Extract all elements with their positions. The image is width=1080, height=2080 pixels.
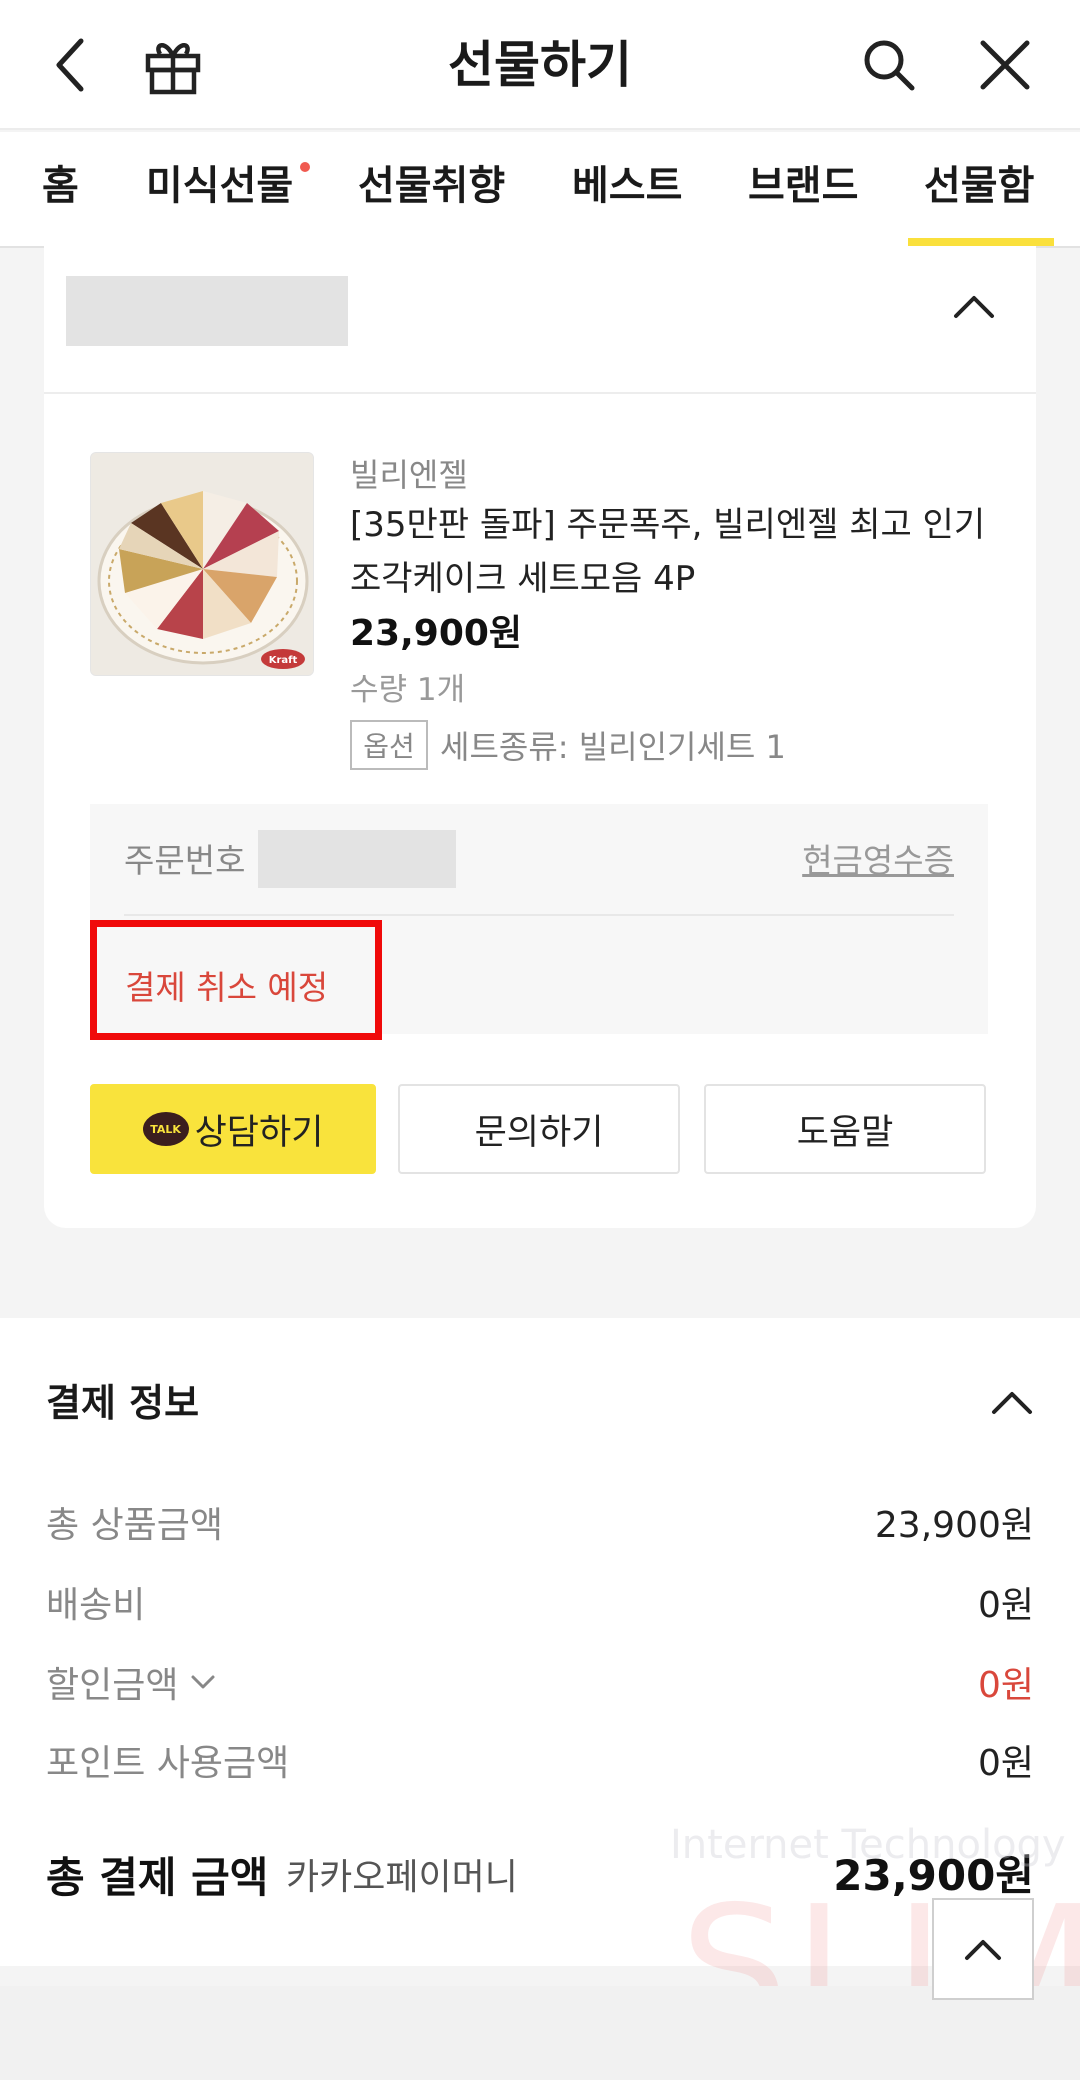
chevron-up-icon[interactable]: [990, 1388, 1034, 1416]
discount-toggle[interactable]: 할인금액: [46, 1656, 216, 1708]
product-name[interactable]: [35만판 돌파] 주문폭주, 빌리엔젤 최고 인기 조각케이크 세트모음 4P: [350, 498, 990, 606]
talk-icon: TALK: [142, 1112, 189, 1146]
product-brand[interactable]: 빌리엔젤: [350, 450, 468, 496]
shipping-fee-label: 배송비: [46, 1585, 146, 1626]
order-info-box: 주문번호 현금영수증 결제 취소 예정: [90, 804, 988, 1040]
point-used-label: 포인트 사용금액: [46, 1743, 290, 1784]
payment-method: 카카오페이머니: [286, 1857, 518, 1898]
inquiry-button[interactable]: 문의하기: [398, 1084, 680, 1174]
order-card: Kraft 빌리엔젤 [35만판 돌파] 주문폭주, 빌리엔젤 최고 인기 조각…: [44, 246, 1036, 1228]
masked-order-date: [66, 276, 348, 346]
search-button[interactable]: [854, 30, 924, 100]
chevron-up-icon[interactable]: [952, 292, 996, 320]
tab-preference[interactable]: 선물취향: [358, 132, 505, 248]
close-icon: [980, 40, 1030, 90]
tab-gourmet[interactable]: 미식선물: [146, 132, 293, 248]
masked-order-number: [258, 830, 456, 888]
top-app-bar: 선물하기: [0, 0, 1080, 130]
option-badge: 옵션: [350, 720, 428, 770]
status-highlight-box: 결제 취소 예정: [90, 920, 382, 1040]
product-quantity: 수량 1개: [350, 672, 466, 708]
tab-brand[interactable]: 브랜드: [748, 132, 858, 248]
point-used-value: 0원: [977, 1743, 1034, 1784]
bottom-area: [0, 1986, 1080, 2080]
shipping-fee-value: 0원: [977, 1585, 1034, 1626]
new-indicator-dot: [300, 162, 310, 172]
discount-label: 할인금액: [46, 1665, 179, 1706]
consult-label: 상담하기: [194, 1112, 324, 1153]
kraft-logo: Kraft: [269, 655, 298, 666]
search-icon: [864, 40, 915, 91]
total-product-amount-value: 23,900원: [874, 1505, 1034, 1546]
inquiry-label: 문의하기: [474, 1112, 604, 1153]
tab-best[interactable]: 베스트: [572, 132, 682, 248]
payment-info-title: 결제 정보: [46, 1381, 200, 1425]
payment-info-section: 결제 정보 총 상품금액 23,900원 배송비 0원 할인금액 0원 포인트 …: [0, 1318, 1080, 1966]
product-price: 23,900원: [350, 613, 523, 654]
cake-image-icon: Kraft: [91, 453, 313, 675]
close-button[interactable]: [970, 30, 1040, 100]
active-tab-indicator: [908, 238, 1054, 246]
help-button[interactable]: 도움말: [704, 1084, 986, 1174]
discount-value: 0원: [977, 1665, 1034, 1706]
order-card-header[interactable]: [44, 246, 1036, 394]
product-image[interactable]: Kraft: [90, 452, 314, 676]
tab-giftbox[interactable]: 선물함: [924, 132, 1034, 248]
option-text: 세트종류: 빌리인기세트 1: [440, 728, 786, 766]
divider: [124, 914, 954, 916]
scroll-to-top-button[interactable]: [932, 1898, 1034, 2000]
total-payment-label: 총 결제 금액: [46, 1853, 269, 1902]
chevron-down-icon: [191, 1675, 215, 1689]
help-label: 도움말: [796, 1112, 894, 1153]
watermark-text: Internet Technology: [670, 1822, 1066, 1868]
consult-button[interactable]: TALK 상담하기: [90, 1084, 376, 1174]
tab-home[interactable]: 홈: [42, 132, 79, 248]
chevron-up-icon: [965, 1940, 1001, 1960]
cash-receipt-link[interactable]: 현금영수증: [802, 834, 954, 882]
order-status: 결제 취소 예정: [125, 968, 329, 1007]
category-tabs: 홈 미식선물 선물취향 베스트 브랜드 선물함: [0, 132, 1080, 248]
total-product-amount-label: 총 상품금액: [46, 1505, 224, 1546]
order-number-label: 주문번호: [124, 841, 246, 880]
